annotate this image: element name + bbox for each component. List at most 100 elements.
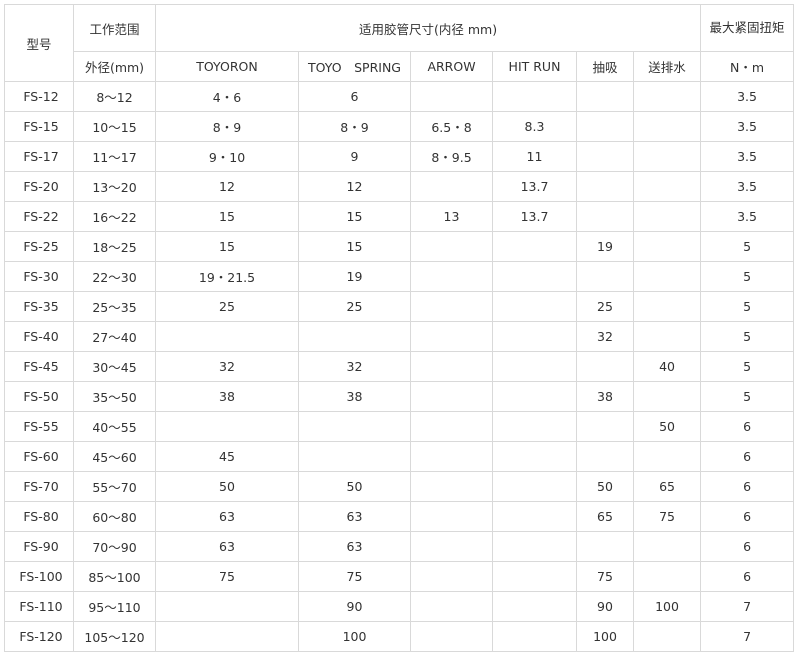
cell-model: FS-40 <box>4 321 74 352</box>
cell-arrow <box>410 261 493 292</box>
cell-torque: 6 <box>700 441 795 472</box>
cell-suction <box>576 441 634 472</box>
cell-range: 35～50 <box>73 381 156 412</box>
cell-range: 60～80 <box>73 501 156 532</box>
cell-torque: 5 <box>700 291 795 322</box>
cell-arrow <box>410 621 493 652</box>
cell-torque: 3.5 <box>700 201 795 232</box>
cell-hit-run <box>492 81 577 112</box>
cell-toyo-spring: 8・9 <box>298 111 411 142</box>
cell-torque: 3.5 <box>700 171 795 202</box>
table-row: FS-12 8～12 4・6 6 3.5 <box>4 81 795 112</box>
cell-model: FS-20 <box>4 171 74 202</box>
cell-suction: 75 <box>576 561 634 592</box>
table-row: FS-110 95～110 90 90 100 7 <box>4 591 795 622</box>
cell-drainage <box>632 171 702 202</box>
cell-arrow <box>410 471 493 502</box>
cell-model: FS-25 <box>4 231 74 262</box>
cell-model: FS-12 <box>4 81 74 112</box>
header-row-1: 型号 工作范围 适用胶管尺寸(内径 mm) 最大紧固扭矩 <box>4 4 795 82</box>
cell-hit-run <box>492 411 577 442</box>
cell-torque: 7 <box>700 591 795 622</box>
table-row: FS-100 85～100 75 75 75 6 <box>4 561 795 592</box>
table-row: FS-60 45～60 45 6 <box>4 441 795 472</box>
table-row: FS-35 25～35 25 25 25 5 <box>4 291 795 322</box>
cell-model: FS-17 <box>4 141 74 172</box>
cell-suction: 38 <box>576 381 634 412</box>
cell-hit-run <box>492 231 577 262</box>
table-row: FS-90 70～90 63 63 6 <box>4 531 795 562</box>
cell-range: 85～100 <box>73 561 156 592</box>
cell-arrow <box>410 561 493 592</box>
cell-arrow <box>410 591 493 622</box>
cell-toyoron <box>155 411 299 442</box>
table-row: FS-50 35～50 38 38 38 5 <box>4 381 795 412</box>
cell-arrow <box>410 501 493 532</box>
cell-toyoron: 50 <box>155 471 299 502</box>
cell-arrow <box>410 171 493 202</box>
cell-drainage: 100 <box>632 591 702 622</box>
cell-arrow <box>410 441 493 472</box>
cell-model: FS-110 <box>4 591 74 622</box>
cell-range: 25～35 <box>73 291 156 322</box>
cell-model: FS-45 <box>4 351 74 382</box>
cell-suction <box>576 201 634 232</box>
cell-toyo-spring: 12 <box>298 171 411 202</box>
cell-torque: 7 <box>700 621 795 652</box>
header-row-2: 外径(mm) TOYORON TOYO SPRING ARROW HIT RUN… <box>5 51 795 82</box>
cell-drainage <box>632 81 702 112</box>
cell-toyo-spring <box>298 411 411 442</box>
cell-torque: 6 <box>700 501 795 532</box>
cell-toyoron: 63 <box>155 501 299 532</box>
cell-drainage <box>632 261 702 292</box>
header-brand-toyoron: TOYORON <box>155 51 299 82</box>
cell-torque: 5 <box>700 351 795 382</box>
cell-drainage: 65 <box>632 471 702 502</box>
cell-model: FS-22 <box>4 201 74 232</box>
table-row: FS-22 16～22 15 15 13 13.7 3.5 <box>4 201 795 232</box>
table-row: FS-20 13～20 12 12 13.7 3.5 <box>4 171 795 202</box>
cell-toyoron <box>155 591 299 622</box>
cell-model: FS-60 <box>4 441 74 472</box>
cell-toyo-spring: 32 <box>298 351 411 382</box>
cell-drainage <box>632 621 702 652</box>
cell-range: 55～70 <box>73 471 156 502</box>
header-torque: 最大紧固扭矩 <box>700 4 795 52</box>
cell-arrow <box>410 351 493 382</box>
cell-hit-run <box>492 531 577 562</box>
cell-model: FS-50 <box>4 381 74 412</box>
cell-suction: 19 <box>576 231 634 262</box>
cell-drainage: 75 <box>632 501 702 532</box>
cell-torque: 5 <box>700 381 795 412</box>
cell-model: FS-90 <box>4 531 74 562</box>
cell-hit-run: 13.7 <box>492 201 577 232</box>
cell-suction: 25 <box>576 291 634 322</box>
cell-toyoron: 4・6 <box>155 81 299 112</box>
cell-toyoron: 9・10 <box>155 141 299 172</box>
cell-range: 13～20 <box>73 171 156 202</box>
cell-model: FS-70 <box>4 471 74 502</box>
cell-toyoron: 19・21.5 <box>155 261 299 292</box>
cell-arrow <box>410 381 493 412</box>
table-row: FS-17 11～17 9・10 9 8・9.5 11 3.5 <box>4 141 795 172</box>
cell-range: 105～120 <box>73 621 156 652</box>
cell-torque: 5 <box>700 231 795 262</box>
cell-drainage <box>632 291 702 322</box>
cell-hit-run <box>492 471 577 502</box>
cell-suction <box>576 111 634 142</box>
header-torque-unit: N・m <box>700 51 795 82</box>
cell-range: 27～40 <box>73 321 156 352</box>
cell-model: FS-35 <box>4 291 74 322</box>
cell-torque: 5 <box>700 321 795 352</box>
cell-suction <box>576 531 634 562</box>
cell-toyoron: 38 <box>155 381 299 412</box>
cell-toyoron: 32 <box>155 351 299 382</box>
cell-arrow <box>410 531 493 562</box>
cell-drainage: 50 <box>632 411 702 442</box>
table-row: FS-40 27～40 32 5 <box>4 321 795 352</box>
cell-range: 18～25 <box>73 231 156 262</box>
cell-toyo-spring: 6 <box>298 81 411 112</box>
cell-suction: 100 <box>576 621 634 652</box>
cell-torque: 3.5 <box>700 111 795 142</box>
cell-toyoron: 75 <box>155 561 299 592</box>
